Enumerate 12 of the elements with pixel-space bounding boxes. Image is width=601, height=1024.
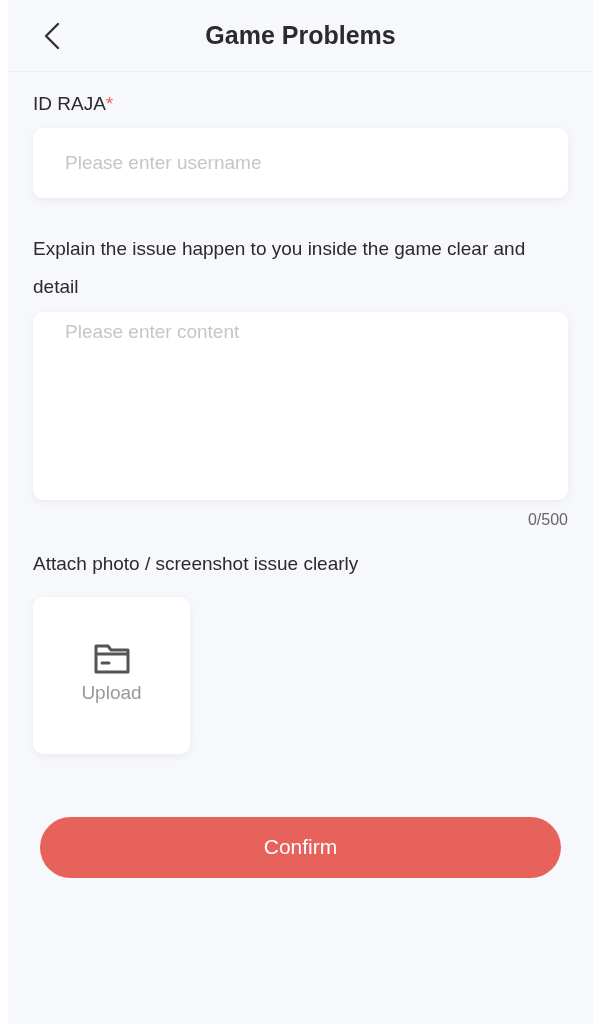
folder-icon bbox=[92, 642, 131, 675]
field-label: Explain the issue happen to you inside the game clear and detail bbox=[33, 237, 527, 299]
field-label: Attach photo / screenshot issue clearly bbox=[33, 552, 360, 576]
content-field[interactable]: Please enter content bbox=[33, 312, 568, 500]
character-counter: 0/500 bbox=[527, 510, 568, 530]
required-mark: * bbox=[105, 92, 114, 116]
field-label: ID RAJA bbox=[33, 92, 106, 116]
back-icon bbox=[44, 22, 60, 50]
username-field[interactable]: Please enter username bbox=[33, 128, 568, 198]
confirm-button[interactable]: Confirm bbox=[40, 816, 561, 878]
page-title: Game Problems bbox=[205, 19, 396, 51]
upload-button[interactable]: Upload bbox=[33, 596, 190, 754]
